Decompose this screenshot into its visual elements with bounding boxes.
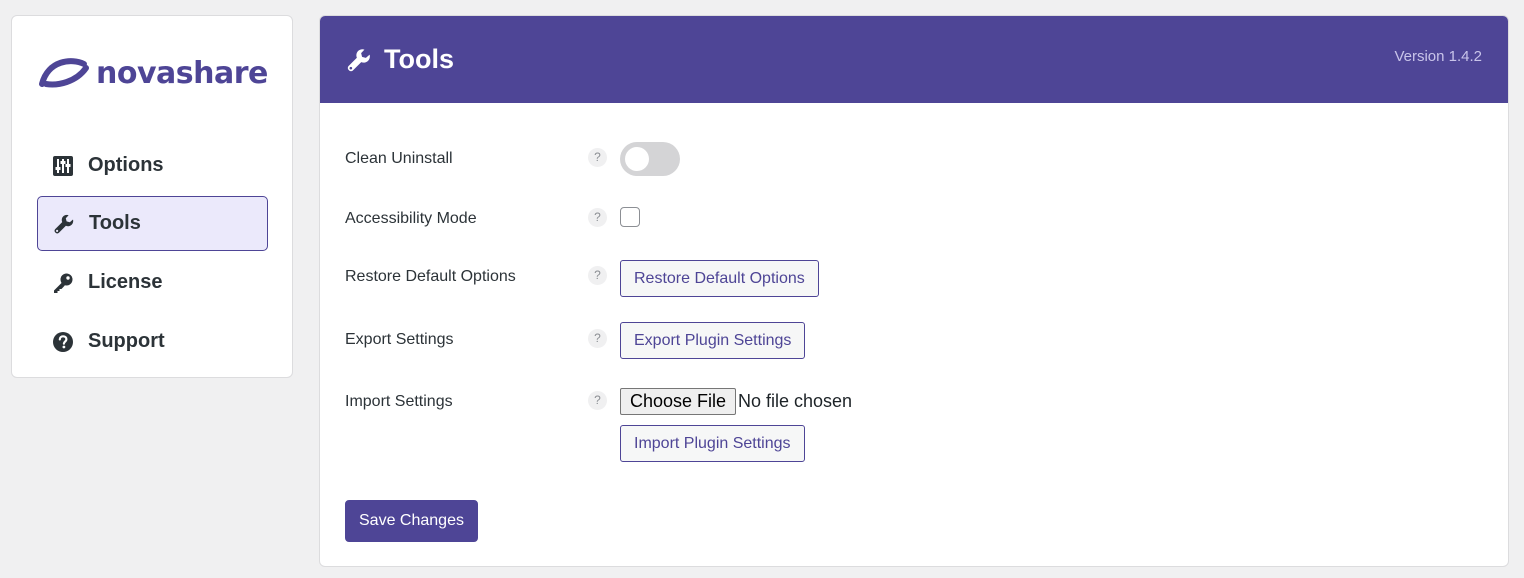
- sliders-icon: [52, 155, 74, 177]
- sidebar-item-tools[interactable]: Tools: [37, 196, 268, 251]
- logo-text: novashare: [96, 56, 268, 91]
- page-title: Tools: [384, 44, 454, 74]
- help-icon[interactable]: ?: [588, 266, 607, 285]
- restore-default-options-button[interactable]: Restore Default Options: [620, 260, 819, 297]
- setting-label: Clean Uninstall: [345, 150, 453, 167]
- novashare-logo-icon: [39, 58, 89, 88]
- setting-label: Accessibility Mode: [345, 210, 477, 227]
- setting-label: Export Settings: [345, 331, 454, 348]
- key-icon: [52, 272, 74, 294]
- sidebar-item-label: License: [88, 271, 163, 293]
- version-label: Version 1.4.2: [1394, 48, 1482, 65]
- sidebar-item-label: Support: [88, 330, 165, 352]
- choose-file-button[interactable]: Choose File: [620, 388, 737, 415]
- setting-label: Import Settings: [345, 393, 453, 410]
- export-plugin-settings-button[interactable]: Export Plugin Settings: [620, 322, 806, 359]
- sidebar-item-options[interactable]: Options: [37, 138, 268, 193]
- sidebar-item-license[interactable]: License: [37, 255, 268, 310]
- help-icon[interactable]: ?: [588, 391, 607, 410]
- file-status-text: No file chosen: [738, 391, 853, 411]
- help-icon[interactable]: ?: [588, 329, 607, 348]
- wrench-icon: [53, 213, 75, 235]
- help-icon[interactable]: ?: [588, 208, 607, 227]
- save-changes-button[interactable]: Save Changes: [345, 500, 478, 542]
- wrench-icon: [346, 47, 372, 73]
- question-circle-icon: [52, 331, 74, 353]
- accessibility-mode-checkbox[interactable]: [620, 207, 640, 227]
- sidebar-item-label: Options: [88, 154, 164, 176]
- sidebar-item-support[interactable]: Support: [37, 314, 268, 369]
- sidebar-item-label: Tools: [89, 212, 141, 234]
- novashare-logo[interactable]: novashare: [38, 54, 268, 94]
- setting-label: Restore Default Options: [345, 268, 516, 285]
- panel-header: Tools Version 1.4.2: [320, 16, 1508, 103]
- help-icon[interactable]: ?: [588, 148, 607, 167]
- tools-panel: Tools Version 1.4.2 Clean Uninstall ? Ac…: [319, 15, 1509, 567]
- import-plugin-settings-button[interactable]: Import Plugin Settings: [620, 425, 805, 462]
- clean-uninstall-toggle[interactable]: [620, 142, 680, 176]
- sidebar: novashare Options Tools License Support: [11, 15, 293, 378]
- toggle-knob: [625, 147, 649, 171]
